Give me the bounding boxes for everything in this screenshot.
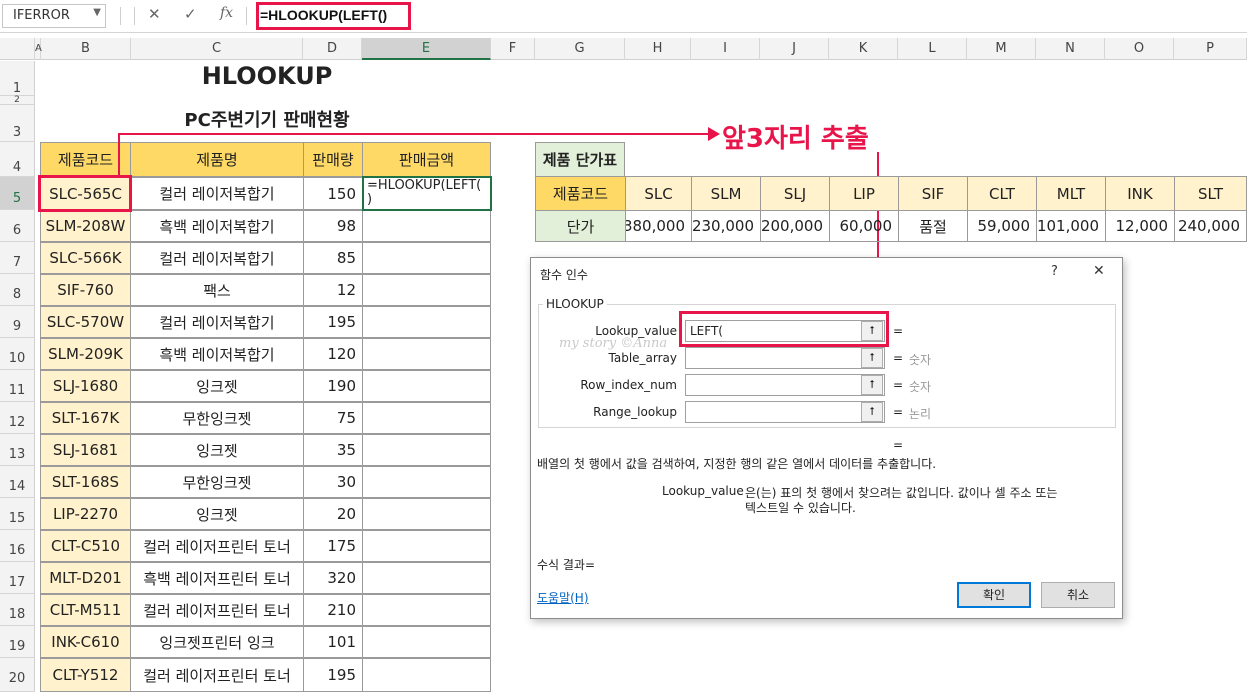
price-code-cell[interactable]: CLT (967, 176, 1037, 211)
range-lookup-label: Range_lookup (593, 405, 677, 419)
price-value-cell[interactable]: 200,000 (760, 210, 830, 242)
price-code-cell[interactable]: SIF (898, 176, 968, 211)
dialog-title: 함수 인수 (540, 268, 588, 282)
range-lookup-hint: 논리 (909, 407, 932, 421)
price-code-cell[interactable]: SLJ (760, 176, 830, 211)
price-table-title[interactable]: 제품 단가표 (535, 142, 625, 177)
price-value-cell[interactable]: 12,000 (1105, 210, 1175, 242)
argument-description-line2: 텍스트일 수 있습니다. (745, 501, 856, 515)
price-value-cell[interactable]: 230,000 (691, 210, 761, 242)
result-equals: = (893, 438, 904, 452)
range-lookup-input[interactable] (685, 401, 885, 423)
price-code-cell[interactable]: INK (1105, 176, 1175, 211)
input-highlight-box (679, 311, 889, 347)
row-index-num-hint: 숫자 (909, 380, 932, 394)
equals-sign: = (893, 351, 904, 365)
equals-sign: = (893, 378, 904, 392)
price-value-cell[interactable]: 101,000 (1036, 210, 1106, 242)
price-code-cell[interactable]: SLC (625, 176, 692, 211)
price-row-label-price[interactable]: 단가 (535, 210, 626, 242)
row-index-num-label: Row_index_num (580, 378, 677, 392)
price-value-cell[interactable]: 240,000 (1174, 210, 1247, 242)
close-icon[interactable]: ✕ (1093, 263, 1105, 279)
formula-result-label: 수식 결과= (537, 558, 596, 572)
equals-sign: = (893, 405, 904, 419)
cancel-button[interactable]: 취소 (1041, 582, 1115, 608)
equals-sign: = (893, 324, 904, 338)
collapse-arrow-icon[interactable]: ⭡ (861, 402, 883, 422)
price-code-cell[interactable]: SLM (691, 176, 761, 211)
collapse-arrow-icon[interactable]: ⭡ (861, 375, 883, 395)
collapse-arrow-icon[interactable]: ⭡ (861, 348, 883, 368)
price-code-cell[interactable]: LIP (829, 176, 899, 211)
table-array-hint: 숫자 (909, 353, 932, 367)
price-code-cell[interactable]: SLT (1174, 176, 1247, 211)
lookup-value-label: Lookup_value (595, 324, 677, 338)
row-index-num-input[interactable] (685, 374, 885, 396)
function-arguments-dialog: 함수 인수 ? ✕ HLOOKUP my story ©Anna Lookup_… (530, 257, 1123, 619)
ok-button[interactable]: 확인 (957, 582, 1031, 608)
price-value-cell[interactable]: 60,000 (829, 210, 899, 242)
price-row-label-code[interactable]: 제품코드 (535, 176, 626, 211)
price-value-cell[interactable]: 품절 (898, 210, 968, 242)
argument-name: Lookup_value (662, 484, 744, 498)
function-description: 배열의 첫 행에서 값을 검색하여, 지정한 행의 같은 열에서 데이터를 추출… (537, 457, 937, 471)
table-array-label: Table_array (608, 351, 678, 365)
annotation-label: 앞3자리 추출 (722, 124, 869, 154)
price-value-cell[interactable]: 380,000 (625, 210, 692, 242)
price-value-cell[interactable]: 59,000 (967, 210, 1037, 242)
price-code-cell[interactable]: MLT (1036, 176, 1106, 211)
help-icon[interactable]: ? (1051, 264, 1058, 279)
watermark: my story ©Anna (559, 336, 668, 351)
table-array-input[interactable] (685, 347, 885, 369)
help-link[interactable]: 도움말(H) (537, 589, 589, 606)
function-name: HLOOKUP (543, 297, 607, 311)
